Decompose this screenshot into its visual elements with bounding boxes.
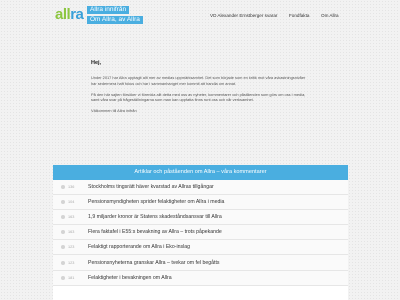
site-tag-inside[interactable]: Allra innifrån <box>87 6 130 14</box>
article-item[interactable]: 181 Felaktigheter i bevakningen om Allra <box>53 270 348 286</box>
view-count: 123 <box>68 260 75 265</box>
article-item[interactable]: 163 1,9 miljarder kronor är Statens skad… <box>53 210 348 226</box>
article-item[interactable]: 123 Pensionsnyheterna granskar Allra – t… <box>53 255 348 271</box>
intro-paragraph: Välkommen till Allra inifrån <box>91 108 137 114</box>
comment-icon <box>61 185 65 190</box>
view-count: 136 <box>68 185 75 190</box>
intro-paragraph: Under 2017 har Allra upptagit allt mer a… <box>91 75 306 86</box>
nav-about-allra[interactable]: Om Allra <box>321 13 339 18</box>
site-header: allra Allra innifrån Om Allra, av Allra … <box>0 0 400 34</box>
comment-icon <box>61 230 65 235</box>
site-tag-about[interactable]: Om Allra, av Allra <box>87 15 143 24</box>
article-item[interactable]: 104 Pensionsmyndigheten sprider felaktig… <box>53 195 348 211</box>
comment-icon <box>61 245 65 250</box>
article-title[interactable]: Pensionsnyheterna granskar Allra – tveka… <box>88 260 220 266</box>
article-title[interactable]: 1,9 miljarder kronor är Statens skadestå… <box>88 214 222 220</box>
nav-ceo-answers[interactable]: VD Alexander Ernstberger svarar <box>210 13 277 18</box>
article-title[interactable]: Pensionsmyndigheten sprider felaktighete… <box>88 199 224 205</box>
intro-paragraph: På den här sajten försöker vi förenkla a… <box>91 91 306 103</box>
comment-icon <box>61 200 65 205</box>
comment-icon <box>61 215 65 220</box>
view-count: 104 <box>68 200 75 205</box>
article-title[interactable]: Flera faktafel i E55:s bevakning av Allr… <box>88 229 222 235</box>
comment-icon <box>61 275 65 280</box>
article-item[interactable]: 136 Stockholms tingsrätt häver kvarstad … <box>53 180 348 196</box>
intro-text: Hej, Under 2017 har Allra upptagit allt … <box>91 60 311 119</box>
article-title[interactable]: Stockholms tingsrätt häver kvarstad av A… <box>88 184 214 190</box>
section-title: Artiklar och påståenden om Allra – våra … <box>53 165 348 180</box>
article-item[interactable]: 163 Flera faktafel i E55:s bevakning av … <box>53 225 348 241</box>
greeting: Hej, <box>91 60 102 66</box>
view-count: 163 <box>68 230 75 235</box>
articles-section: Artiklar och påståenden om Allra – våra … <box>53 165 348 300</box>
view-count: 181 <box>68 275 75 280</box>
allra-logo[interactable]: allra <box>55 7 84 22</box>
article-title[interactable]: Felaktigheter i bevakningen om Allra <box>88 275 172 281</box>
comment-icon <box>61 260 65 265</box>
article-title[interactable]: Felaktigt rapporterande om Allra i Eko-i… <box>88 244 190 250</box>
view-count: 123 <box>68 245 75 250</box>
view-count: 163 <box>68 215 75 220</box>
article-item[interactable]: 123 Felaktigt rapporterande om Allra i E… <box>53 240 348 256</box>
nav-fund-facts[interactable]: Fondfakta <box>289 13 309 18</box>
